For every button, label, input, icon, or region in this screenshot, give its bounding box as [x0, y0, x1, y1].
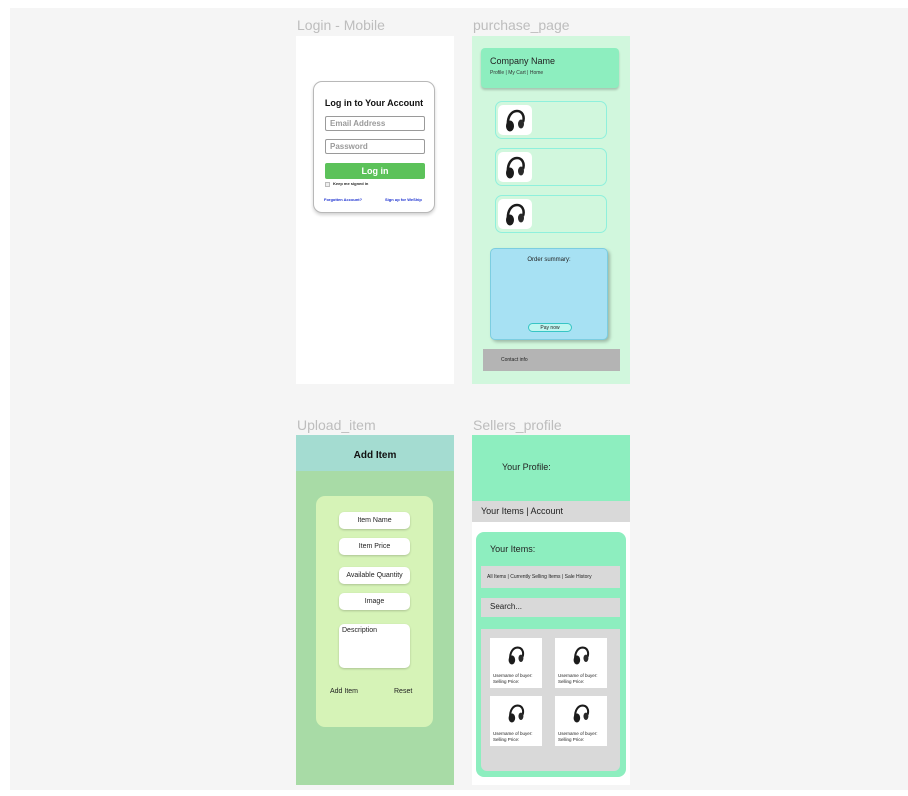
- items-panel: Your Items: All Items | Currently Sellin…: [476, 532, 626, 777]
- item-card[interactable]: Username of buyer: Selling Price:: [555, 696, 607, 746]
- headphones-icon: [502, 640, 530, 670]
- image-field[interactable]: Image: [339, 593, 410, 610]
- price-label: Selling Price:: [558, 737, 585, 742]
- reset-button[interactable]: Reset: [394, 688, 412, 695]
- headphones-icon: [502, 698, 530, 728]
- description-field[interactable]: Description: [339, 624, 410, 668]
- signup-link[interactable]: Sign up for WeShip: [385, 197, 422, 202]
- login-frame[interactable]: Log in to Your Account Email Address Pas…: [296, 36, 454, 384]
- buyer-label: Username of buyer:: [493, 731, 533, 736]
- purchase-frame[interactable]: Company Name Profile | My Cart | Home Or…: [472, 36, 630, 384]
- profile-title: Your Profile:: [502, 462, 551, 472]
- headphones-icon: [498, 152, 532, 182]
- frame-label-purchase[interactable]: purchase_page: [473, 17, 570, 33]
- frame-label-login[interactable]: Login - Mobile: [297, 17, 385, 33]
- available-quantity-field[interactable]: Available Quantity: [339, 567, 410, 584]
- price-label: Selling Price:: [493, 737, 520, 742]
- item-card[interactable]: Username of buyer: Selling Price:: [490, 638, 542, 688]
- headphones-icon: [567, 640, 595, 670]
- items-title: Your Items:: [490, 544, 536, 554]
- items-grid: Username of buyer: Selling Price: Userna…: [481, 629, 620, 771]
- add-item-button[interactable]: Add Item: [330, 688, 358, 695]
- company-header: Company Name Profile | My Cart | Home: [481, 48, 619, 88]
- sellers-frame[interactable]: Your Profile: Your Items | Account Your …: [472, 435, 630, 785]
- item-card[interactable]: Username of buyer: Selling Price:: [555, 638, 607, 688]
- item-price-field[interactable]: Item Price: [339, 538, 410, 555]
- profile-header: Your Profile:: [472, 435, 630, 501]
- frame-label-sellers[interactable]: Sellers_profile: [473, 417, 562, 433]
- login-button[interactable]: Log in: [325, 163, 425, 179]
- headphones-icon: [567, 698, 595, 728]
- profile-nav[interactable]: Your Items | Account: [472, 501, 630, 522]
- order-summary-box: Order summary: Pay now: [490, 248, 608, 340]
- headphones-icon: [498, 105, 532, 135]
- buyer-label: Username of buyer:: [558, 731, 598, 736]
- item-card[interactable]: Username of buyer: Selling Price:: [490, 696, 542, 746]
- design-canvas: [10, 8, 908, 790]
- product-card[interactable]: [495, 195, 607, 233]
- buyer-label: Username of buyer:: [558, 673, 598, 678]
- search-input[interactable]: Search...: [481, 598, 620, 617]
- pay-now-button[interactable]: Pay now: [528, 323, 572, 332]
- product-card[interactable]: [495, 101, 607, 139]
- contact-footer: Contact info: [483, 349, 620, 371]
- product-card[interactable]: [495, 148, 607, 186]
- order-summary-label: Order summary:: [527, 257, 571, 263]
- upload-title: Add Item: [353, 450, 397, 461]
- upload-form-panel: Item Name Item Price Available Quantity …: [316, 496, 433, 727]
- password-field[interactable]: Password: [325, 139, 425, 154]
- headphones-icon: [498, 199, 532, 229]
- login-card: Log in to Your Account Email Address Pas…: [313, 81, 435, 213]
- login-title: Log in to Your Account: [324, 98, 424, 108]
- frame-label-upload[interactable]: Upload_item: [297, 417, 376, 433]
- upload-header: Add Item: [296, 435, 454, 471]
- item-name-field[interactable]: Item Name: [339, 512, 410, 529]
- items-filter-bar[interactable]: All Items | Currently Selling Items | Sa…: [481, 566, 620, 588]
- price-label: Selling Price:: [558, 679, 585, 684]
- keep-signed-in-checkbox[interactable]: [325, 182, 330, 187]
- contact-info-link[interactable]: Contact info: [501, 357, 528, 363]
- company-nav[interactable]: Profile | My Cart | Home: [490, 70, 543, 76]
- email-field[interactable]: Email Address: [325, 116, 425, 131]
- buyer-label: Username of buyer:: [493, 673, 533, 678]
- keep-signed-in-label: Keep me signed in: [333, 181, 369, 186]
- forgotten-account-link[interactable]: Forgotten Account?: [324, 197, 362, 202]
- price-label: Selling Price:: [493, 679, 520, 684]
- company-name: Company Name: [490, 56, 556, 66]
- upload-frame[interactable]: Add Item Item Name Item Price Available …: [296, 435, 454, 785]
